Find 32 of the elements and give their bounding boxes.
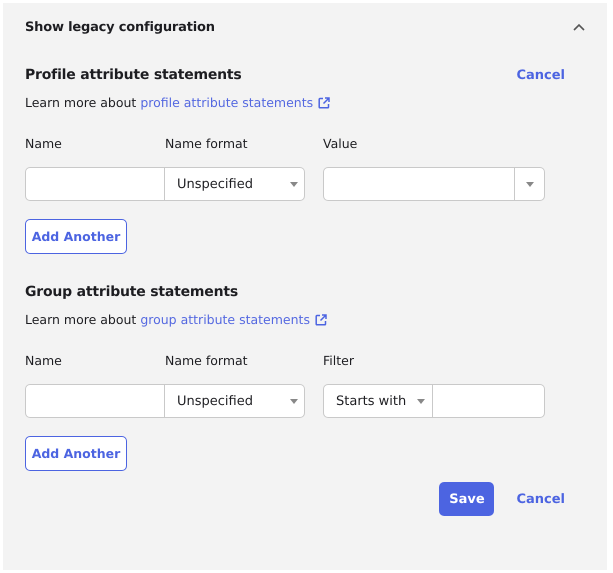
name-input[interactable]: [25, 167, 165, 201]
column-label: Value: [323, 136, 358, 151]
section-heading: Profile attribute statements: [25, 67, 242, 83]
chevron-icon[interactable]: [573, 23, 585, 31]
column-label: Name: [25, 353, 63, 368]
name-format-select[interactable]: Unspecified: [165, 384, 305, 418]
section-heading: Group attribute statements: [25, 284, 238, 300]
docs-link[interactable]: group attribute statements: [140, 312, 310, 327]
cancel-link[interactable]: Cancel: [516, 492, 565, 506]
docs-link[interactable]: profile attribute statements: [140, 95, 314, 110]
column-label: Name format: [165, 353, 249, 368]
column-label: Name: [25, 136, 63, 151]
name-format-select[interactable]: Unspecified: [165, 167, 305, 201]
external-link-icon: [318, 96, 330, 108]
help-text: Learn more about group attribute statements: [25, 312, 310, 327]
caret-icon: [290, 398, 298, 404]
help-text: Learn more about profile attribute statements: [25, 95, 314, 110]
external-link-icon: [314, 314, 327, 326]
value-combobox[interactable]: [323, 167, 545, 201]
name-input[interactable]: [25, 384, 165, 418]
add-another-button[interactable]: Add Another: [25, 436, 127, 471]
column-label: Name format: [165, 136, 249, 151]
filter-select[interactable]: Starts with: [323, 384, 433, 418]
cancel-link[interactable]: Cancel: [516, 68, 565, 82]
save-button[interactable]: Save: [439, 482, 494, 516]
caret-icon: [526, 182, 534, 186]
caret-icon: [417, 398, 425, 404]
filter-input[interactable]: [433, 384, 545, 418]
add-another-button[interactable]: Add Another: [25, 219, 127, 254]
section-title: Show legacy configuration: [25, 20, 215, 34]
column-label: Filter: [323, 353, 355, 368]
caret-icon: [290, 182, 298, 186]
